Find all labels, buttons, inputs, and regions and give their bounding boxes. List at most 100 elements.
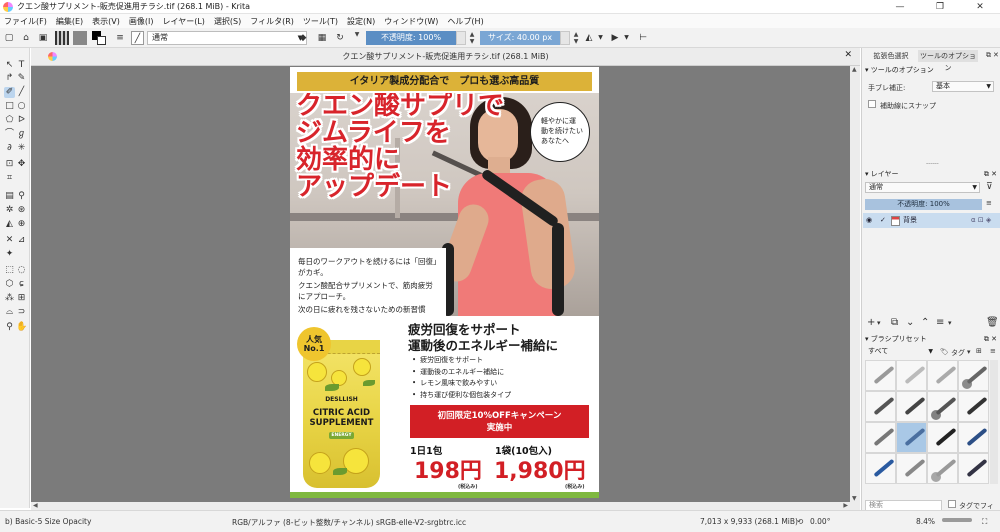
line-tool-icon[interactable]: ╱ bbox=[16, 87, 27, 98]
filter-icon[interactable]: ⊽ bbox=[986, 182, 993, 192]
horizontal-scrollbar[interactable]: ◀ ▶ bbox=[31, 502, 860, 510]
tag-filter-checkbox[interactable] bbox=[948, 500, 956, 508]
zoom-tool-icon[interactable]: ⚲ bbox=[4, 322, 15, 333]
brush-preset[interactable] bbox=[958, 360, 989, 391]
delete-layer-icon[interactable]: 🗑 bbox=[986, 316, 999, 330]
multibrush-icon[interactable]: ✳ bbox=[16, 143, 27, 154]
ellipse-tool-icon[interactable]: ○ bbox=[16, 101, 27, 112]
menu-view[interactable]: 表示(V) bbox=[92, 16, 120, 27]
assistant-tool-icon[interactable]: ✕ bbox=[4, 235, 15, 246]
chevron-down-icon[interactable]: ▼ bbox=[597, 31, 604, 45]
opacity-slider[interactable]: 不透明度: 100% bbox=[366, 31, 456, 45]
undock-icon[interactable]: ⧉ bbox=[986, 51, 991, 60]
brush-preset[interactable] bbox=[896, 391, 927, 422]
document-tab[interactable]: クエン酸サプリメント-販売促進用チラシ.tif (268.1 MiB) ✕ bbox=[31, 48, 860, 66]
layer-checkbox[interactable]: ✓ bbox=[880, 213, 886, 228]
mirror-vertical-icon[interactable]: ▶ bbox=[609, 31, 621, 45]
scroll-left-icon[interactable]: ◀ bbox=[33, 502, 38, 509]
contiguous-select-icon[interactable]: ⁂ bbox=[4, 293, 15, 304]
collapse-icon[interactable]: ▾ bbox=[865, 66, 869, 74]
reload-preset-icon[interactable]: ↻ bbox=[334, 31, 346, 45]
panel-splitter[interactable]: ╌╌╌ bbox=[926, 160, 939, 168]
tag-icon[interactable]: 🏷 bbox=[940, 348, 949, 356]
brush-preset[interactable] bbox=[865, 453, 896, 484]
open-document-icon[interactable]: ⌂ bbox=[20, 31, 32, 45]
move-layer-up-icon[interactable]: ⌃ bbox=[921, 316, 929, 330]
pan-tool-icon[interactable]: ✋ bbox=[16, 322, 27, 333]
brush-preset[interactable] bbox=[896, 360, 927, 391]
flyer-artwork[interactable]: イタリア製成分配合で プロも選ぶ高品質 クエン酸サプリで ジムライフを 効率的に… bbox=[290, 67, 599, 498]
layer-blend-select[interactable]: 通常 ▼ bbox=[865, 182, 980, 193]
layer-row[interactable]: ◉ ✓ 背景 α ⊡ ◈ bbox=[863, 213, 1000, 228]
visibility-eye-icon[interactable]: ◉ bbox=[866, 213, 872, 228]
move-layer-down-icon[interactable]: ⌄ bbox=[906, 316, 914, 330]
bezier-tool-icon[interactable]: ⌒ bbox=[4, 129, 15, 140]
close-button[interactable]: ✕ bbox=[960, 0, 1000, 14]
brush-grid-scrollbar[interactable] bbox=[990, 360, 998, 484]
polyline-tool-icon[interactable]: ᐅ bbox=[16, 115, 27, 126]
view-mode-icon[interactable]: ⊞ bbox=[976, 347, 982, 355]
brush-tag-select[interactable]: すべて ▼ bbox=[865, 347, 935, 358]
size-spin-icon[interactable]: ▲ ▼ bbox=[571, 31, 581, 45]
freehand-brush-icon[interactable]: ✐ bbox=[4, 87, 15, 98]
gradient-tool-icon[interactable]: ▤ bbox=[4, 191, 15, 202]
minimize-button[interactable]: — bbox=[880, 0, 920, 14]
mirror-horizontal-icon[interactable]: ◭ bbox=[583, 31, 595, 45]
rectangle-tool-icon[interactable]: □ bbox=[4, 101, 15, 112]
brush-preset[interactable] bbox=[865, 422, 896, 453]
blend-mode-select[interactable]: 通常 ▼ bbox=[147, 31, 307, 45]
brush-preset[interactable] bbox=[958, 453, 989, 484]
rect-select-icon[interactable]: ⬚ bbox=[4, 265, 15, 276]
fg-bg-color-icon[interactable] bbox=[92, 31, 106, 45]
brush-preset[interactable] bbox=[865, 391, 896, 422]
brush-settings-icon[interactable]: ≡ bbox=[990, 347, 996, 355]
polygon-select-icon[interactable]: ⬡ bbox=[4, 279, 15, 290]
move-tool-icon[interactable]: ✥ bbox=[16, 159, 27, 170]
transform-tool-icon[interactable]: ⊡ bbox=[4, 159, 15, 170]
brush-preset-selected[interactable] bbox=[896, 422, 927, 453]
chevron-down-icon[interactable]: ▾ bbox=[877, 316, 881, 330]
tab-tool-options[interactable]: ツールのオプション bbox=[918, 50, 978, 72]
bezier-select-icon[interactable]: ⌓ bbox=[4, 307, 15, 318]
collapse-icon[interactable]: ▾ bbox=[865, 170, 869, 178]
layer-opacity-slider[interactable]: 不透明度: 100% bbox=[865, 199, 982, 210]
menu-layer[interactable]: レイヤー(L) bbox=[162, 16, 204, 27]
select-shapes-icon[interactable]: ↖ bbox=[4, 60, 15, 71]
text-tool-icon[interactable]: T bbox=[16, 60, 27, 71]
edit-brush-settings-icon[interactable]: ≡ bbox=[114, 31, 126, 45]
wrap-around-icon[interactable]: ⊢ bbox=[637, 31, 649, 45]
scroll-right-icon[interactable]: ▶ bbox=[843, 502, 848, 509]
freehand-path-icon[interactable]: ℊ bbox=[16, 129, 27, 140]
layer-lock-icon[interactable]: α ⊡ ◈ bbox=[971, 213, 991, 228]
chevron-down-icon[interactable]: ▾ bbox=[948, 316, 952, 330]
fullscreen-icon[interactable]: ⛶ bbox=[982, 517, 987, 527]
eraser-mode-icon[interactable]: ◆ bbox=[297, 31, 309, 45]
smoothing-select[interactable]: 基本 ▼ bbox=[932, 81, 994, 92]
reference-tool-icon[interactable]: ✦ bbox=[4, 249, 15, 260]
brush-preset[interactable] bbox=[927, 391, 958, 422]
tab-advanced-color[interactable]: 拡張色選択 bbox=[866, 50, 916, 62]
add-layer-icon[interactable]: + bbox=[867, 316, 875, 330]
close-icon[interactable]: ⧉ ✕ bbox=[984, 169, 997, 180]
size-slider[interactable]: サイズ: 40.00 px bbox=[480, 31, 560, 45]
pattern-swatch-icon[interactable] bbox=[73, 31, 87, 45]
close-icon[interactable]: ⧉ ✕ bbox=[984, 334, 997, 345]
maximize-button[interactable]: ❐ bbox=[920, 0, 960, 14]
chevron-down-icon[interactable]: ▼ bbox=[623, 31, 630, 45]
enclose-fill-icon[interactable]: ⊕ bbox=[16, 219, 27, 230]
menu-image[interactable]: 画像(I) bbox=[129, 16, 154, 27]
duplicate-layer-icon[interactable]: ⧉ bbox=[891, 316, 898, 330]
brush-preset[interactable] bbox=[958, 422, 989, 453]
fill-tool-icon[interactable]: ◭ bbox=[4, 219, 15, 230]
brush-preset[interactable] bbox=[927, 422, 958, 453]
colorize-mask-icon[interactable]: ✲ bbox=[4, 205, 15, 216]
chevron-down-icon[interactable]: ▾ bbox=[967, 348, 971, 356]
brush-preset-icon[interactable]: ╱ bbox=[131, 31, 144, 45]
menu-filter[interactable]: フィルタ(R) bbox=[250, 16, 294, 27]
status-rotation[interactable]: 0.00° bbox=[810, 517, 830, 526]
crop-tool-icon[interactable]: ⌗ bbox=[4, 173, 15, 184]
menu-settings[interactable]: 設定(N) bbox=[347, 16, 375, 27]
layer-menu-icon[interactable]: ≡ bbox=[986, 199, 992, 207]
snap-checkbox[interactable] bbox=[868, 100, 876, 108]
new-document-icon[interactable]: ▢ bbox=[3, 31, 15, 45]
